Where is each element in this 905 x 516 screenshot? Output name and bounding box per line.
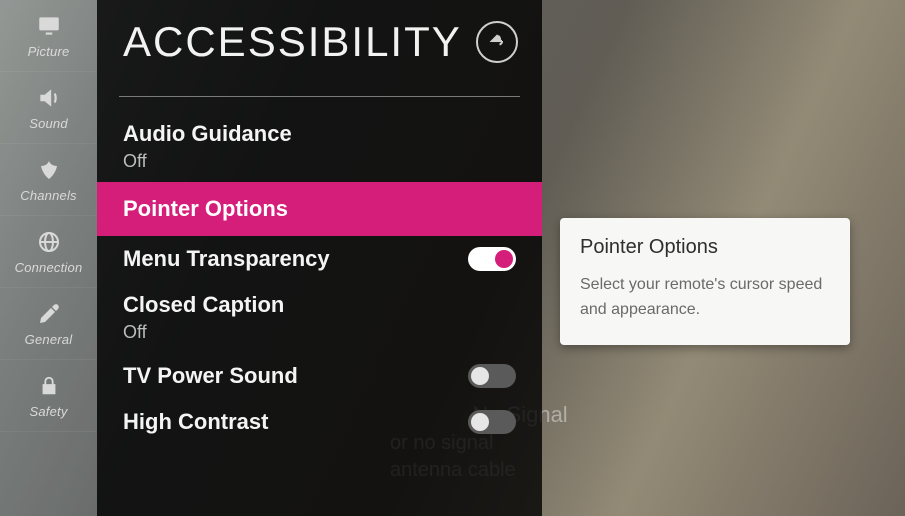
back-button[interactable] <box>476 21 518 63</box>
option-description-card: Pointer Options Select your remote's cur… <box>560 218 850 345</box>
sidebar-item-safety[interactable]: Safety <box>0 360 97 432</box>
accessibility-options: Audio Guidance Off Pointer Options Menu … <box>97 111 542 445</box>
sidebar-item-channels[interactable]: Channels <box>0 144 97 216</box>
back-icon <box>487 31 507 54</box>
option-title: Audio Guidance <box>123 121 516 147</box>
option-title: High Contrast <box>123 409 268 435</box>
connection-icon <box>35 228 63 256</box>
sidebar-item-label: Sound <box>29 116 68 131</box>
sidebar-item-picture[interactable]: Picture <box>0 0 97 72</box>
option-audio-guidance[interactable]: Audio Guidance Off <box>97 111 542 182</box>
toggle-tv-power-sound[interactable] <box>468 364 516 388</box>
general-icon <box>35 300 63 328</box>
sidebar-item-label: Safety <box>29 404 67 419</box>
option-value: Off <box>123 151 516 172</box>
safety-icon <box>35 372 63 400</box>
toggle-high-contrast[interactable] <box>468 410 516 434</box>
option-high-contrast[interactable]: High Contrast <box>97 399 542 445</box>
sidebar-item-sound[interactable]: Sound <box>0 72 97 144</box>
channels-icon <box>35 156 63 184</box>
option-tv-power-sound[interactable]: TV Power Sound <box>97 353 542 399</box>
settings-sidebar: Picture Sound Channels Connection Genera… <box>0 0 97 516</box>
toggle-menu-transparency[interactable] <box>468 247 516 271</box>
option-closed-caption[interactable]: Closed Caption Off <box>97 282 542 353</box>
sidebar-item-label: Channels <box>20 188 77 203</box>
panel-header: ACCESSIBILITY <box>97 0 542 96</box>
option-value: Off <box>123 322 516 343</box>
sidebar-item-general[interactable]: General <box>0 288 97 360</box>
sound-icon <box>35 84 63 112</box>
page-title: ACCESSIBILITY <box>123 18 462 66</box>
option-pointer-options[interactable]: Pointer Options <box>97 182 542 236</box>
picture-icon <box>35 12 63 40</box>
option-title: Menu Transparency <box>123 246 330 272</box>
accessibility-panel: ACCESSIBILITY Audio Guidance Off Pointer… <box>97 0 542 516</box>
option-title: Pointer Options <box>123 196 516 222</box>
option-title: Closed Caption <box>123 292 516 318</box>
sidebar-item-connection[interactable]: Connection <box>0 216 97 288</box>
option-title: TV Power Sound <box>123 363 298 389</box>
sidebar-item-label: Picture <box>28 44 70 59</box>
option-menu-transparency[interactable]: Menu Transparency <box>97 236 542 282</box>
sidebar-item-label: General <box>25 332 73 347</box>
description-body: Select your remote's cursor speed and ap… <box>580 273 830 323</box>
sidebar-item-label: Connection <box>15 260 83 275</box>
divider <box>119 96 520 97</box>
description-title: Pointer Options <box>580 236 830 259</box>
